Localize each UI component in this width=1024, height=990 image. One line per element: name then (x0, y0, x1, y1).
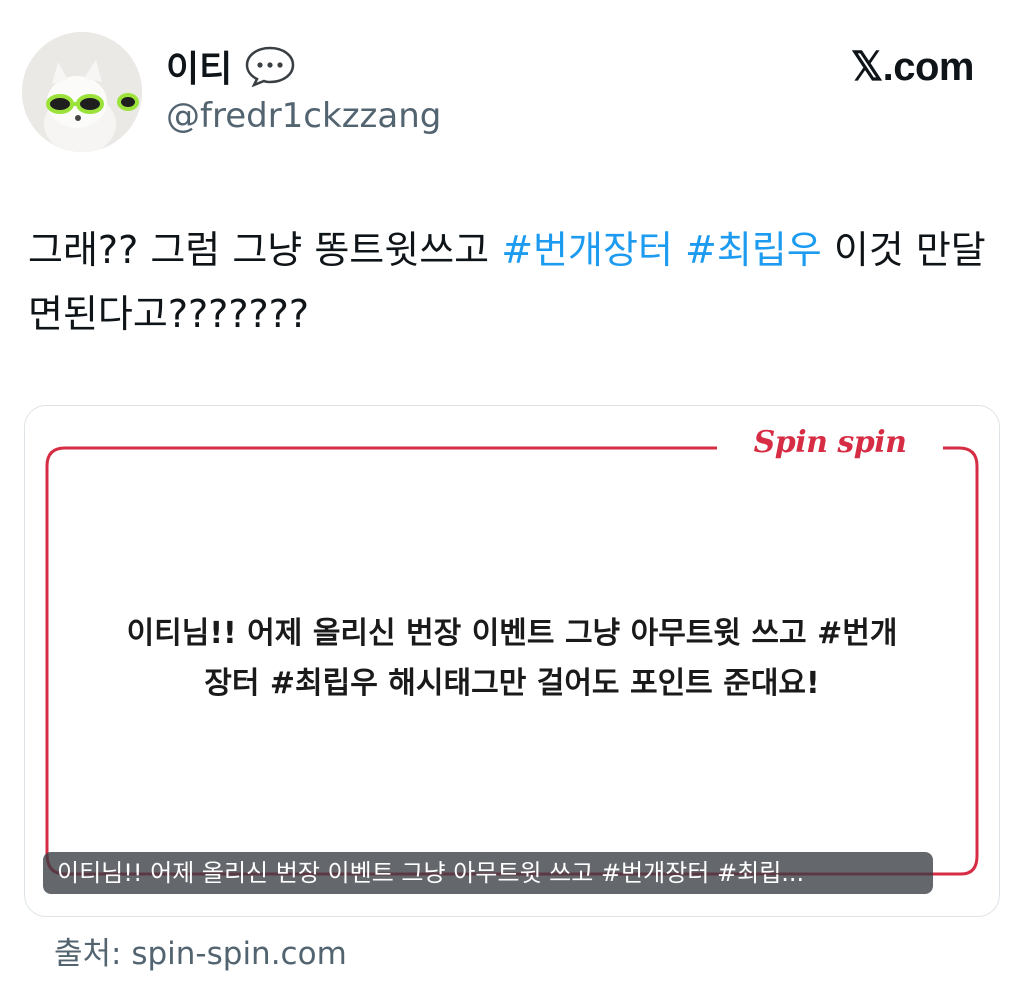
avatar-image (22, 32, 142, 152)
avatar[interactable] (22, 32, 142, 152)
image-caption: 이티님!! 어제 올리신 번장 이벤트 그냥 아무트윗 쓰고 #번개장터 #최립… (43, 852, 933, 894)
hashtag-link-choiripwoo[interactable]: #최립우 (685, 228, 822, 272)
user-handle[interactable]: @fredr1ckzzang (166, 96, 441, 136)
spinspin-logo: Spin spin (753, 425, 907, 460)
card-message: 이티님!! 어제 올리신 번장 이벤트 그냥 아무트윗 쓰고 #번개 장터 #최… (95, 609, 929, 709)
tweet-text-part1: 그래?? 그럼 그냥 똥트윗쓰고 (28, 228, 502, 272)
tweet-text-space (673, 228, 685, 272)
card-message-line2: 장터 #최립우 해시태그만 걸어도 포인트 준대요! (204, 666, 820, 701)
source-link[interactable]: 출처: spin-spin.com (54, 928, 347, 973)
x-logo[interactable]: 𝕏.com (851, 44, 975, 90)
card-message-line1: 이티님!! 어제 올리신 번장 이벤트 그냥 아무트윗 쓰고 #번개 (126, 616, 898, 651)
display-name[interactable]: 이티 (166, 40, 232, 92)
speech-bubble-icon (245, 46, 295, 87)
media-card[interactable]: Spin spin 이티님!! 어제 올리신 번장 이벤트 그냥 아무트윗 쓰고… (24, 405, 1000, 917)
tweet-text: 그래?? 그럼 그냥 똥트윗쓰고 #번개장터 #최립우 이것 만달면된다고???… (28, 218, 996, 346)
display-name-row[interactable]: 이티 (166, 40, 296, 92)
hashtag-link-bungaejangteo[interactable]: #번개장터 (501, 228, 673, 272)
